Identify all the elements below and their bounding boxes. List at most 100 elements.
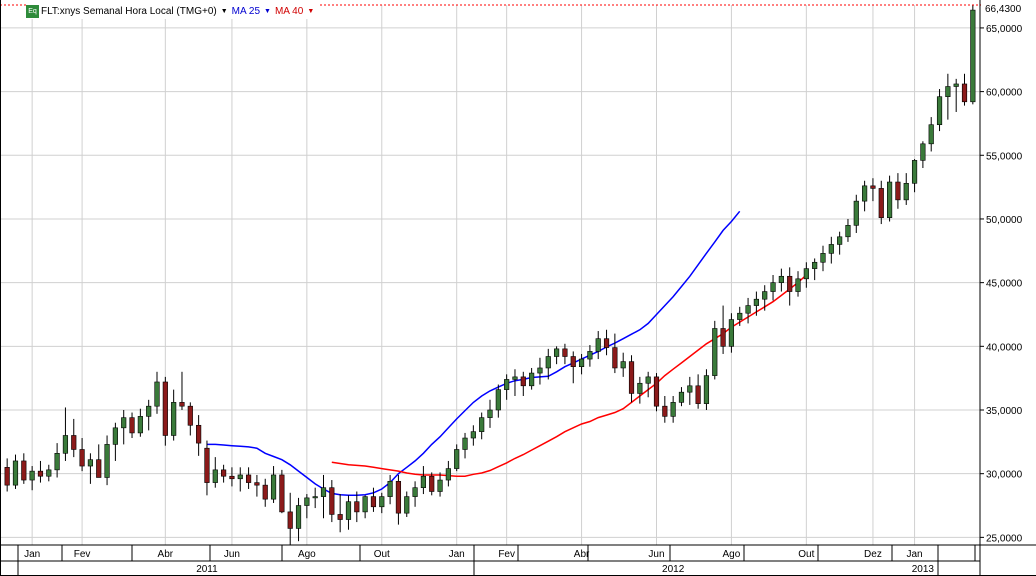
candle-body [196,424,202,444]
candle-body [262,484,268,500]
candle-body [520,376,526,387]
month-label: Fev [498,549,515,560]
candle-body [911,160,918,184]
candle-body [887,181,893,218]
candle-body [562,348,568,357]
month-label: Jan [24,549,40,560]
y-tick-label: 30,0000 [986,470,1023,481]
candle-body [254,482,260,486]
ma40-dropdown-icon[interactable]: ▼ [307,8,314,15]
instrument-label[interactable]: FLT:xnys Semanal Hora Local (TMG+0) [41,6,217,17]
candle-body [87,459,93,467]
candle-body [645,376,651,384]
last-value-label: 66,4300 [985,4,1022,15]
candle-body [662,405,668,417]
candle-body [712,328,718,376]
candle-body [895,181,901,201]
candle [162,376,168,446]
candle-body [354,501,360,513]
candle-body [837,236,843,245]
candle-body [936,96,943,126]
candle-body [653,376,660,407]
candle-body [787,275,793,292]
month-label: Ago [298,549,316,560]
month-label: Jun [224,549,240,560]
candle-body [820,253,826,263]
candle-body [71,435,77,450]
month-label: Out [798,549,814,560]
candle-body [554,348,560,357]
candle-body [404,496,410,514]
month-label: Ago [723,549,741,560]
candle-body [678,391,685,403]
month-label: Abr [158,549,174,560]
candle-body [845,225,851,238]
candle-body [187,405,193,426]
y-tick-label: 45,0000 [986,279,1023,290]
candle [970,5,976,105]
candle-body [720,328,726,347]
candle-body [853,200,859,226]
chart-legend: Eq FLT:xnys Semanal Hora Local (TMG+0) ▼… [26,3,319,19]
candle-body [62,435,69,454]
candle-body [487,409,493,418]
candle-body [104,444,110,478]
candle-body [745,305,751,314]
candle-body [437,479,443,492]
candle-body [37,470,44,477]
candle-body [470,431,476,439]
y-tick-label: 50,0000 [986,215,1023,226]
month-label: Jun [648,549,664,560]
candle-body [320,487,327,497]
candle-body [495,389,501,411]
candle-body [637,382,643,394]
candle-body [454,449,460,469]
candle-body [96,459,102,478]
month-label: Fev [74,549,91,560]
candle-body [828,244,834,254]
month-label: Jan [907,549,923,560]
candle-body [237,474,243,480]
candle-body [362,496,368,513]
candle-body [146,405,152,417]
candle-body [212,469,218,483]
instrument-dropdown-icon[interactable]: ▼ [221,8,228,15]
candle-body [121,417,127,429]
candle-body [21,460,27,481]
candle-body [179,402,185,407]
candle-body [412,487,418,497]
month-label: Jan [449,549,465,560]
ma25-label[interactable]: MA 25 [232,6,260,17]
candle-body [279,474,285,513]
y-tick-label: 65,0000 [986,24,1023,35]
candle-body [603,338,610,348]
chart-background [0,0,1036,576]
candle-body [445,468,451,481]
candle-body [370,496,377,508]
candle-body [512,376,518,380]
candle-body [79,449,85,467]
candle-body [345,501,352,520]
candle-body [12,460,19,486]
candle-body [312,496,318,499]
candle-body [737,312,743,320]
candle-body [112,427,118,445]
ma25-dropdown-icon[interactable]: ▼ [264,8,271,15]
candle-body [670,402,676,417]
candle-body [420,475,426,488]
candle-body [270,474,277,500]
candle-body [878,188,884,218]
candle-body [46,469,52,477]
equity-icon[interactable]: Eq [26,4,39,18]
candle-body [329,487,335,515]
candle-body [162,381,168,436]
candle-body [545,356,551,369]
price-chart: 25,0000 30,0000 35,0000 40,0000 45,0000 50,00… [0,0,1036,576]
candle-body [337,514,343,520]
candle-body [770,282,776,292]
ma40-label[interactable]: MA 40 [275,6,303,17]
candle [703,369,710,410]
candle-body [870,185,876,189]
candle-body [953,83,959,87]
candle-body [703,375,710,404]
